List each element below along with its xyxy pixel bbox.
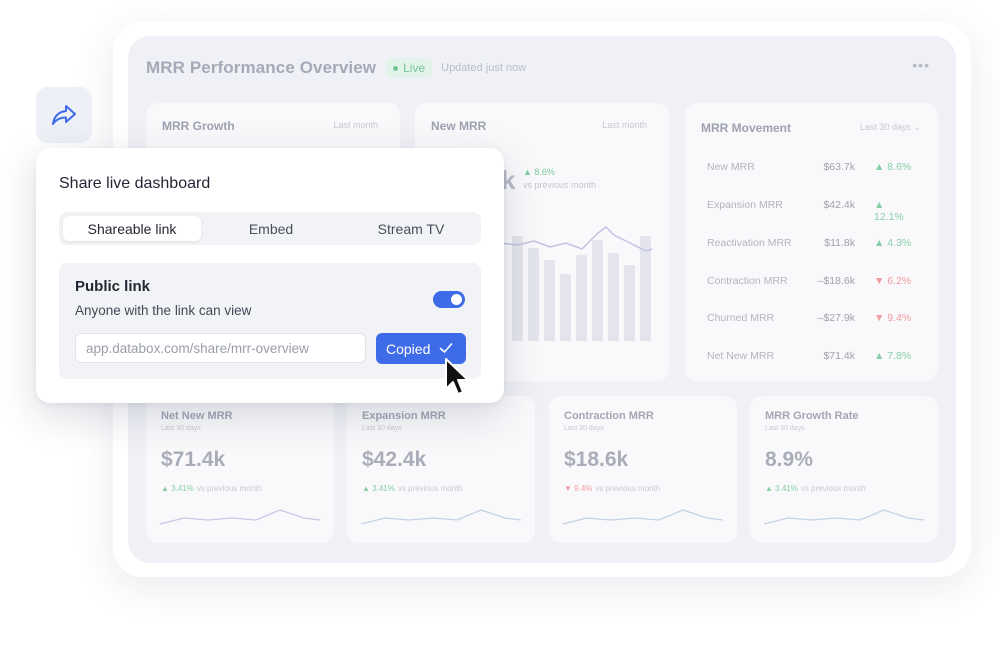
mrr-movement-card: MRR Movement Last 30 days ⌄ New MRR $63.…	[685, 103, 938, 381]
kpi-delta: ▲ 3.41% vs previous month	[161, 484, 262, 493]
movement-row: Reactivation MRR $11.8k ▲ 4.3%	[707, 237, 917, 253]
kpi-change: ▲ 3.41%	[765, 484, 798, 493]
movement-row: New MRR $63.7k ▲ 8.6%	[707, 161, 917, 177]
kpi-delta: ▲ 3.41% vs previous month	[362, 484, 463, 493]
kpi-sparkline	[763, 509, 925, 525]
movement-row: Net New MRR $71.4k ▲ 7.8%	[707, 350, 917, 366]
card-period: Last month	[333, 120, 378, 130]
kpi-title: MRR Growth Rate	[765, 410, 859, 422]
movement-name: Reactivation MRR	[707, 237, 792, 249]
more-horizontal-icon[interactable]: •••	[912, 58, 930, 72]
card-title: MRR Movement	[701, 121, 792, 135]
chart-bar	[528, 248, 539, 341]
new-mrr-bar-chart	[499, 226, 653, 341]
kpi-card-contraction-mrr: Contraction MRR Last 30 days $18.6k ▼ 9.…	[549, 396, 737, 543]
movement-name: Expansion MRR	[707, 199, 783, 211]
movement-value: $71.4k	[823, 350, 855, 362]
movement-value: $11.8k	[824, 237, 855, 249]
movement-name: Churned MRR	[707, 312, 775, 324]
kpi-title: Expansion MRR	[362, 410, 446, 422]
movement-row: Expansion MRR $42.4k ▲ 12.1%	[707, 199, 917, 223]
kpi-value: 8.9%	[765, 448, 813, 471]
new-mrr-comparison: vs previous month	[523, 180, 597, 190]
kpi-title: Contraction MRR	[564, 410, 654, 422]
dashboard-title: MRR Performance Overview	[146, 58, 377, 77]
kpi-period: Last 30 days	[765, 425, 805, 432]
kpi-comparison: vs previous month	[397, 484, 463, 493]
movement-value: $42.4k	[823, 199, 855, 211]
toggle-knob	[451, 294, 462, 305]
kpi-change: ▲ 3.41%	[362, 484, 395, 493]
kpi-value: $18.6k	[564, 448, 629, 471]
movement-change: ▼ 6.2%	[874, 275, 912, 287]
panel-title: Public link	[75, 278, 151, 295]
chart-bar	[640, 236, 651, 341]
panel-description: Anyone with the link can view	[75, 303, 252, 318]
kpi-card-mrr-growth-rate: MRR Growth Rate Last 30 days 8.9% ▲ 3.41…	[750, 396, 938, 543]
modal-title: Share live dashboard	[59, 175, 211, 192]
tab-embed[interactable]: Embed	[201, 212, 341, 245]
share-button[interactable]	[36, 87, 92, 143]
kpi-period: Last 30 days	[564, 425, 604, 432]
copy-button-label: Copied	[386, 340, 431, 357]
tab-stream-tv[interactable]: Stream TV	[341, 212, 481, 245]
card-title: MRR Growth	[162, 119, 235, 133]
mouse-cursor-icon	[445, 358, 469, 395]
tab-shareable-link[interactable]: Shareable link	[63, 216, 201, 241]
kpi-delta: ▲ 3.41% vs previous month	[765, 484, 866, 493]
movement-change: ▼ 9.4%	[874, 312, 912, 324]
chart-bar	[576, 255, 587, 341]
kpi-value: $71.4k	[161, 448, 226, 471]
chart-bar	[512, 236, 523, 341]
chart-bar	[560, 274, 571, 341]
public-link-toggle[interactable]	[433, 291, 465, 308]
movement-change: ▲ 7.8%	[874, 350, 912, 362]
movement-name: Contraction MRR	[707, 275, 788, 287]
kpi-comparison: vs previous month	[595, 484, 661, 493]
check-icon	[439, 343, 453, 353]
kpi-sparkline	[562, 509, 724, 525]
card-period: Last month	[602, 120, 647, 130]
movement-row: Churned MRR –$27.9k ▼ 9.4%	[707, 312, 917, 328]
card-title: New MRR	[431, 119, 487, 133]
share-tabs: Shareable link Embed Stream TV	[59, 212, 481, 245]
chart-bar	[592, 240, 603, 341]
kpi-change: ▲ 3.41%	[161, 484, 194, 493]
movement-change: ▲ 4.3%	[874, 237, 912, 249]
chart-bar	[544, 260, 555, 341]
movement-change: ▲ 8.6%	[874, 161, 912, 173]
movement-name: New MRR	[707, 161, 755, 173]
share-modal: Share live dashboard Shareable link Embe…	[36, 148, 504, 403]
share-url-input[interactable]	[75, 333, 366, 363]
kpi-value: $42.4k	[362, 448, 427, 471]
new-mrr-change: ▲ 8.6%	[523, 167, 555, 177]
kpi-card-net-new-mrr: Net New MRR Last 30 days $71.4k ▲ 3.41% v…	[146, 396, 334, 543]
movement-row: Contraction MRR –$18.6k ▼ 6.2%	[707, 275, 917, 291]
share-forward-icon	[52, 105, 76, 125]
live-label: Live	[403, 61, 426, 75]
movement-value: –$18.6k	[817, 275, 855, 287]
kpi-change: ▼ 9.4%	[564, 484, 593, 493]
dashboard-header: MRR Performance Overview Live Updated ju…	[146, 56, 526, 80]
live-badge: Live	[386, 58, 433, 78]
movement-change: ▲ 12.1%	[874, 199, 904, 223]
period-dropdown[interactable]: Last 30 days ⌄	[860, 122, 921, 133]
live-dot-icon	[393, 65, 399, 71]
kpi-period: Last 30 days	[161, 425, 201, 432]
kpi-comparison: vs previous month	[196, 484, 262, 493]
movement-value: $63.7k	[823, 161, 855, 173]
movement-name: Net New MRR	[707, 350, 775, 362]
chart-bar	[608, 253, 619, 341]
kpi-title: Net New MRR	[161, 410, 233, 422]
kpi-period: Last 30 days	[362, 425, 402, 432]
updated-timestamp: Updated just now	[441, 62, 527, 74]
public-link-panel: Public link Anyone with the link can vie…	[59, 263, 481, 379]
kpi-card-expansion-mrr: Expansion MRR Last 30 days $42.4k ▲ 3.41…	[347, 396, 535, 543]
chart-bar	[624, 265, 635, 341]
kpi-delta: ▼ 9.4% vs previous month	[564, 484, 660, 493]
kpi-sparkline	[159, 509, 321, 525]
kpi-sparkline	[360, 509, 522, 525]
movement-value: –$27.9k	[817, 312, 855, 324]
kpi-comparison: vs previous month	[800, 484, 866, 493]
